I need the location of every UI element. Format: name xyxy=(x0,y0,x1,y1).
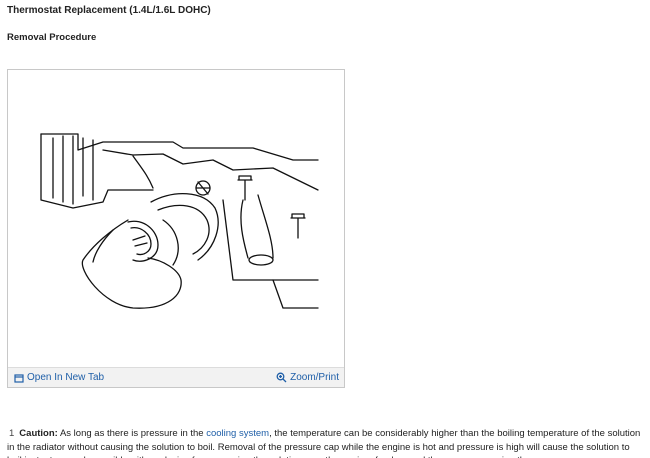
section-heading: Removal Procedure xyxy=(7,32,97,43)
page-title: Thermostat Replacement (1.4L/1.6L DOHC) xyxy=(7,5,211,16)
magnifier-icon xyxy=(276,372,287,383)
step-text-part-1: As long as there is pressure in the xyxy=(59,428,204,439)
step-number: 1 xyxy=(9,428,15,439)
open-in-new-tab-link[interactable]: Open In New Tab xyxy=(14,372,104,383)
new-tab-icon xyxy=(14,373,24,383)
thermostat-illustration[interactable] xyxy=(33,130,323,310)
procedure-step: 1 Caution: As long as there is pressure i… xyxy=(7,427,643,458)
figure-toolbar: Open In New Tab Zoom/Print xyxy=(8,367,344,387)
figure-panel: Open In New Tab Zoom/Print xyxy=(7,69,345,388)
zoom-print-link[interactable]: Zoom/Print xyxy=(276,372,339,383)
open-in-new-tab-label: Open In New Tab xyxy=(27,372,105,383)
zoom-print-label: Zoom/Print xyxy=(290,372,339,383)
caution-label: Caution: xyxy=(19,428,58,439)
cooling-system-link[interactable]: cooling system xyxy=(206,428,269,439)
